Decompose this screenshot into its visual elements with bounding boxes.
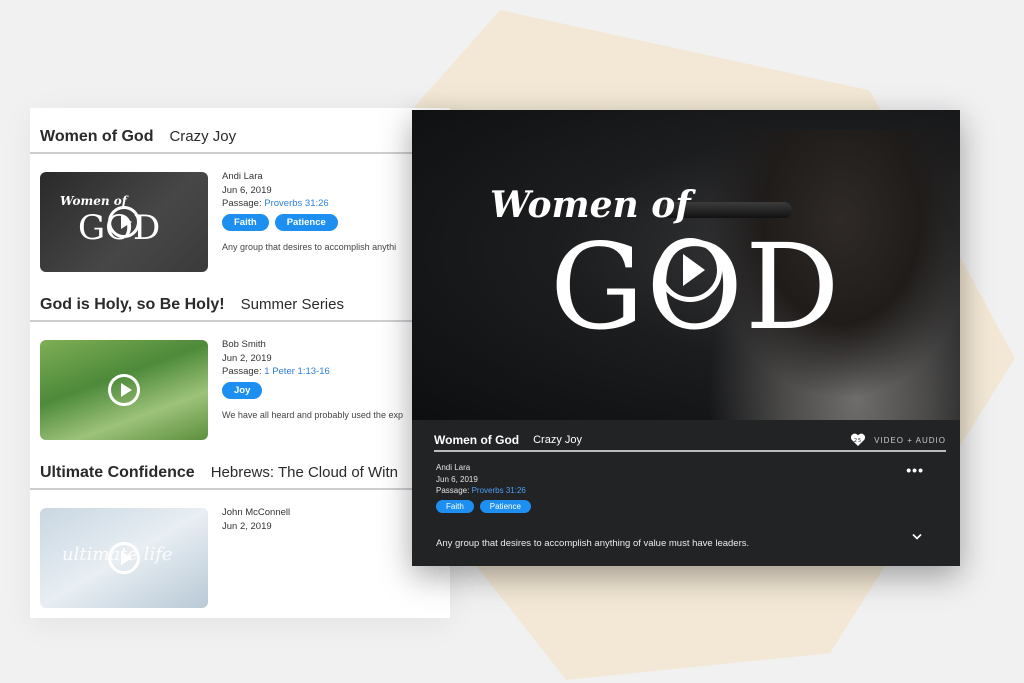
list-item[interactable]: God is Holy, so Be Holy! Summer Series B…	[30, 296, 450, 440]
speaker-name: Andi Lara	[436, 463, 471, 472]
list-item-header: Ultimate Confidence Hebrews: The Cloud o…	[30, 464, 450, 490]
tag-faith[interactable]: Faith	[222, 213, 269, 231]
sermon-date: Jun 2, 2019	[222, 520, 272, 532]
passage-label: Passage:	[222, 366, 262, 377]
speaker-name: Andi Lara	[222, 171, 263, 182]
tag-joy[interactable]: Joy	[222, 381, 263, 399]
list-item-header: Women of God Crazy Joy	[30, 128, 450, 154]
video-hero[interactable]: Women of GOD	[412, 110, 960, 420]
list-item-header: God is Holy, so Be Holy! Summer Series	[30, 296, 450, 322]
passage-link[interactable]: Proverbs 31:26	[472, 486, 526, 495]
sermon-description: Any group that desires to accomplish any…	[222, 242, 397, 252]
play-icon[interactable]	[108, 374, 140, 406]
heart-count: 25	[854, 438, 862, 444]
media-type: 25 VIDEO + AUDIO	[850, 433, 946, 447]
sermon-description: We have all heard and probably used the …	[222, 410, 403, 420]
sermon-player: Women of GOD Women of God Crazy Joy 25 V…	[412, 110, 960, 566]
player-header: Women of God Crazy Joy 25 VIDEO + AUDIO	[434, 430, 946, 452]
sermon-date: Jun 2, 2019	[222, 352, 272, 364]
list-item[interactable]: Women of God Crazy Joy Women of GOD Andi…	[30, 128, 450, 272]
sermon-list: Women of God Crazy Joy Women of GOD Andi…	[30, 108, 450, 618]
sermon-meta: John McConnell Jun 2, 2019	[222, 506, 290, 533]
speaker-name: John McConnell	[222, 507, 291, 518]
tag-patience[interactable]: Patience	[479, 499, 531, 513]
sermon-title[interactable]: Women of God	[40, 128, 153, 146]
sermon-meta: Bob Smith Jun 2, 2019 Passage: 1 Peter 1…	[222, 338, 403, 423]
sermon-title[interactable]: Ultimate Confidence	[40, 464, 195, 482]
sermon-thumbnail[interactable]	[40, 340, 208, 440]
sermon-thumbnail[interactable]: ultimate life	[40, 508, 208, 608]
series-title[interactable]: Summer Series	[241, 296, 344, 313]
series-title[interactable]: Crazy Joy	[169, 128, 236, 145]
player-sermon-title: Women of God	[434, 433, 520, 447]
media-type-label: VIDEO + AUDIO	[874, 435, 946, 445]
sermon-thumbnail[interactable]: Women of GOD	[40, 172, 208, 272]
passage-label: Passage:	[436, 486, 470, 495]
sermon-meta: Andi Lara Jun 6, 2019 Passage: Proverbs …	[222, 170, 396, 255]
passage-link[interactable]: 1 Peter 1:13-16	[264, 366, 330, 377]
tag-patience[interactable]: Patience	[274, 213, 338, 231]
player-description: Any group that desires to accomplish any…	[436, 538, 750, 549]
speaker-name: Bob Smith	[222, 339, 266, 350]
player-series-title[interactable]: Crazy Joy	[533, 434, 582, 446]
play-icon[interactable]	[658, 238, 722, 302]
thumb-text-small: Women of	[60, 194, 127, 208]
player-meta: Andi Lara Jun 6, 2019 Passage: Proverbs …	[436, 462, 531, 513]
list-item[interactable]: Ultimate Confidence Hebrews: The Cloud o…	[30, 464, 450, 608]
tag-faith[interactable]: Faith	[436, 499, 474, 513]
more-options-icon[interactable]: •••	[906, 462, 924, 478]
passage-link[interactable]: Proverbs 31:26	[264, 198, 328, 209]
sermon-date: Jun 6, 2019	[436, 474, 478, 484]
play-icon[interactable]	[108, 206, 140, 238]
heart-icon[interactable]: 25	[850, 433, 866, 447]
series-title[interactable]: Hebrews: The Cloud of Witn	[211, 464, 398, 481]
play-icon[interactable]	[108, 542, 140, 574]
sermon-title[interactable]: God is Holy, so Be Holy!	[40, 296, 225, 314]
chevron-down-icon[interactable]	[912, 528, 922, 540]
passage-label: Passage:	[222, 198, 262, 209]
sermon-date: Jun 6, 2019	[222, 184, 272, 196]
